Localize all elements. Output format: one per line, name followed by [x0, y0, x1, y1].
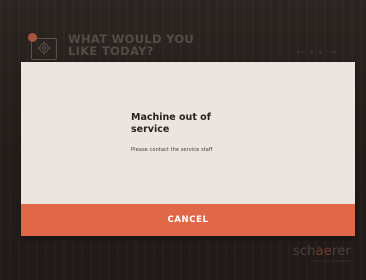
dialog-message: Please contact the service staff	[131, 147, 213, 153]
arrow-right-icon[interactable]: →	[328, 47, 336, 58]
error-dialog: Machine out of service Please contact th…	[21, 62, 355, 236]
page-navigation: ← →	[296, 47, 337, 58]
page-dot	[319, 51, 323, 54]
brand-name: schaerer	[292, 244, 351, 259]
arrow-left-icon[interactable]: ←	[296, 47, 304, 58]
gear-icon	[37, 40, 51, 59]
cancel-button[interactable]: CANCEL	[21, 204, 355, 236]
dialog-body: Machine out of service Please contact th…	[21, 62, 355, 204]
page-title: What would you like today?	[68, 32, 195, 58]
background-screen: What would you like today? ← → Machine o…	[0, 0, 366, 280]
page-dot	[310, 51, 314, 54]
dialog-title: Machine out of service	[131, 112, 211, 135]
brand-tagline: swiss coffee competence	[310, 259, 351, 263]
brand-logo: schaerer swiss coffee competence	[289, 245, 351, 264]
notification-badge	[28, 33, 37, 42]
